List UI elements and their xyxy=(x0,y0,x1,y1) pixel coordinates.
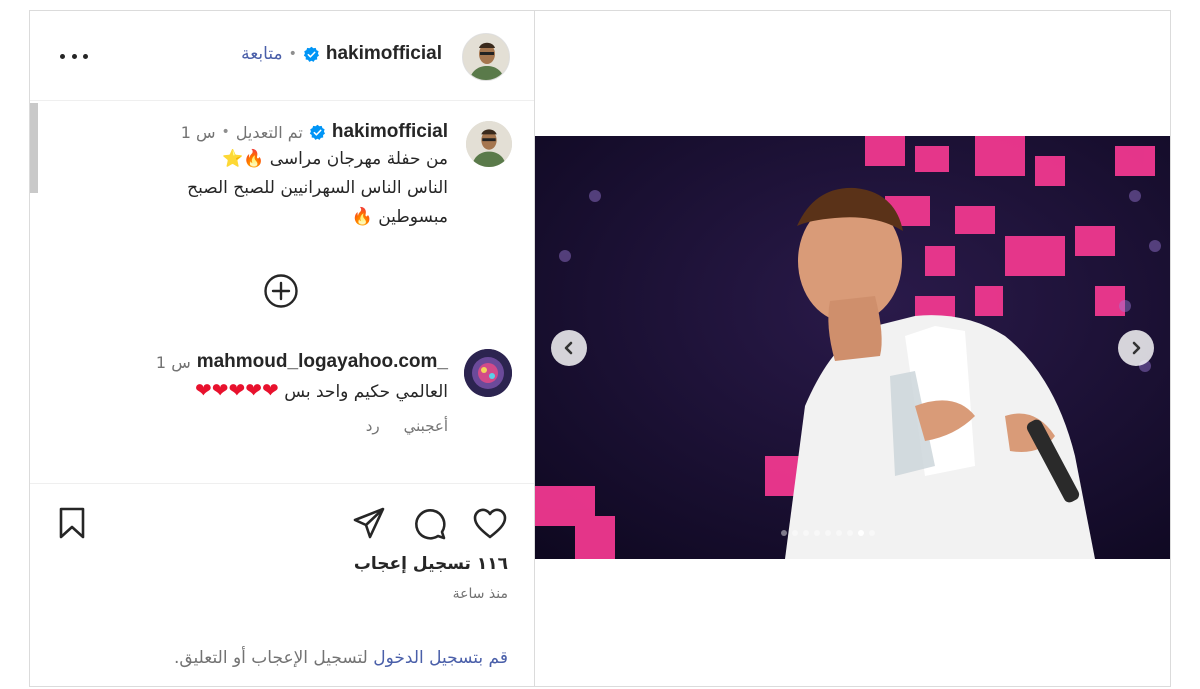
chevron-left-icon xyxy=(564,341,573,355)
separator-dot: • xyxy=(221,124,230,140)
concert-photo xyxy=(535,136,1170,559)
header-user-info: متابعة • hakimofficial xyxy=(241,43,442,65)
login-prompt: قم بتسجيل الدخول لتسجيل الإعجاب أو التعل… xyxy=(174,648,508,668)
post-frame: متابعة • hakimofficial 1 س • تم التعديل … xyxy=(29,10,1171,687)
caption-text: من حفلة مهرجان مراسى 🔥⭐ الناس الناس السه… xyxy=(88,145,448,232)
avatar-image xyxy=(466,121,512,167)
post-header: متابعة • hakimofficial xyxy=(30,11,534,101)
separator-dot: • xyxy=(288,46,297,62)
carousel-dot[interactable] xyxy=(814,530,820,536)
likes-count[interactable]: ١١٦ تسجيل إعجاب xyxy=(354,554,508,574)
more-options-icon[interactable] xyxy=(60,44,88,68)
carousel-dot[interactable] xyxy=(847,530,853,536)
comment-text: العالمي حكيم واحد بس ❤❤❤❤❤ xyxy=(195,378,448,402)
next-slide-button[interactable] xyxy=(1118,330,1154,366)
carousel-dot[interactable] xyxy=(781,530,787,536)
carousel-dot[interactable] xyxy=(792,530,798,536)
carousel-dot[interactable] xyxy=(869,530,875,536)
caption-avatar[interactable] xyxy=(466,121,512,167)
edited-label: تم التعديل xyxy=(235,122,303,142)
fire-emoji: 🔥 xyxy=(243,149,265,169)
login-link[interactable]: قم بتسجيل الدخول xyxy=(373,648,508,668)
carousel-dot[interactable] xyxy=(803,530,809,536)
caption-meta: 1 س • تم التعديل hakimofficial xyxy=(88,121,448,143)
post-photo[interactable] xyxy=(535,136,1170,559)
comment-time: 1 س xyxy=(155,352,191,372)
media-panel xyxy=(535,11,1170,686)
comment-icon[interactable] xyxy=(413,506,447,540)
avatar-image xyxy=(463,34,509,80)
follow-button[interactable]: متابعة xyxy=(241,44,282,64)
profile-avatar[interactable] xyxy=(462,33,510,81)
login-prompt-text: لتسجيل الإعجاب أو التعليق. xyxy=(173,648,368,668)
verified-icon xyxy=(303,46,319,62)
caption-body: 1 س • تم التعديل hakimofficial من حفلة م… xyxy=(88,121,448,232)
plus-circle-icon[interactable] xyxy=(263,273,299,309)
caption-line-2: الناس الناس السهرانيين للصبح الصبح xyxy=(187,178,448,198)
header-username[interactable]: hakimofficial xyxy=(326,43,442,65)
post-time: منذ ساعة xyxy=(452,586,508,602)
comment-like-button[interactable]: أعجبني xyxy=(404,417,448,435)
comment-body: 1 س mahmoud_logayahoo.com_ العالمي حكيم … xyxy=(68,351,448,435)
caption-line-3: مبسوطين 🔥 xyxy=(351,207,448,227)
carousel-dot[interactable] xyxy=(836,530,842,536)
verified-icon xyxy=(309,124,325,140)
carousel-dot[interactable] xyxy=(858,530,864,536)
caption-line-1: من حفلة مهرجان مراسى 🔥⭐ xyxy=(222,149,448,169)
chevron-right-icon xyxy=(1132,341,1141,355)
comments-list[interactable]: 1 س • تم التعديل hakimofficial من حفلة م… xyxy=(30,101,534,481)
caption-time: 1 س xyxy=(180,122,216,142)
avatar-image xyxy=(464,349,512,397)
fire-emoji: 🔥 xyxy=(351,207,373,227)
like-icon[interactable] xyxy=(472,506,508,540)
carousel-dot[interactable] xyxy=(825,530,831,536)
carousel-indicators xyxy=(781,530,875,536)
scrollbar[interactable] xyxy=(30,103,38,193)
bookmark-icon[interactable] xyxy=(56,506,88,540)
post-details-panel: متابعة • hakimofficial 1 س • تم التعديل … xyxy=(30,11,535,686)
post-actions: ١١٦ تسجيل إعجاب منذ ساعة قم بتسجيل الدخو… xyxy=(30,483,534,686)
share-icon[interactable] xyxy=(352,506,386,540)
previous-slide-button[interactable] xyxy=(551,330,587,366)
commenter-avatar[interactable] xyxy=(464,349,512,397)
hearts-emoji: ❤❤❤❤❤ xyxy=(195,378,279,402)
star-emoji: ⭐ xyxy=(222,149,244,169)
comment-actions: أعجبني رد xyxy=(68,417,448,435)
commenter-username[interactable]: mahmoud_logayahoo.com_ xyxy=(197,351,448,373)
comment-reply-button[interactable]: رد xyxy=(366,417,380,435)
caption-username[interactable]: hakimofficial xyxy=(332,121,448,143)
comment-meta: 1 س mahmoud_logayahoo.com_ xyxy=(68,351,448,373)
